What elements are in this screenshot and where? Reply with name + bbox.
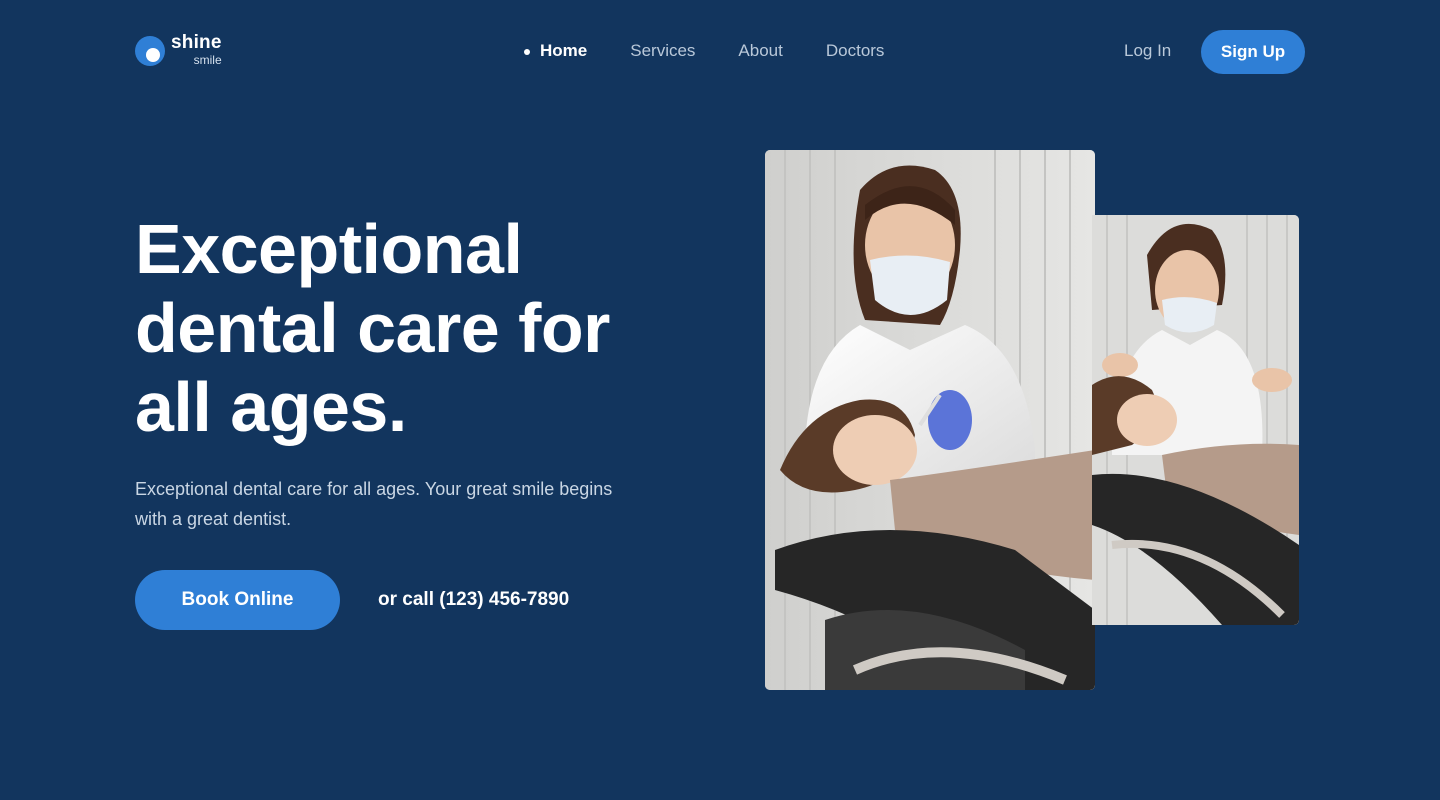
landing-page: shine smile Home Services About Doctors … <box>0 0 1440 800</box>
photo-illustration <box>1092 215 1299 625</box>
brand-sub: smile <box>193 53 222 67</box>
main-nav: Home Services About Doctors <box>524 40 927 62</box>
active-dot-icon <box>524 49 530 55</box>
signup-button[interactable]: Sign Up <box>1201 30 1305 74</box>
nav-item-services[interactable]: Services <box>630 41 695 61</box>
book-online-button[interactable]: Book Online <box>135 570 340 630</box>
hero-title-line: Exceptional <box>135 210 523 288</box>
nav-item-label: About <box>738 41 783 60</box>
logo-icon <box>135 36 165 66</box>
nav-item-about[interactable]: About <box>738 41 782 61</box>
nav-item-label: Services <box>630 41 696 60</box>
photo-illustration <box>765 150 1095 690</box>
hero-title: Exceptional dental care for all ages. <box>135 210 695 447</box>
logo-text: shine smile <box>171 33 222 66</box>
hero-title-line: all ages. <box>135 368 407 446</box>
nav-item-label: Home <box>540 41 588 60</box>
brand-logo[interactable]: shine smile <box>135 33 222 66</box>
nav-item-home[interactable]: Home <box>524 41 587 61</box>
hero-subtitle: Exceptional dental care for all ages. Yo… <box>135 479 613 529</box>
login-link[interactable]: Log In <box>1124 41 1171 61</box>
dentist-consultation-photo <box>1092 215 1299 625</box>
phone-link[interactable]: or call (123) 456-7890 <box>378 589 569 611</box>
brand-name: shine <box>171 32 222 53</box>
nav-item-doctors[interactable]: Doctors <box>826 41 885 61</box>
dentist-treatment-photo <box>765 150 1095 690</box>
hero-title-line: dental care for <box>135 289 610 367</box>
nav-item-label: Doctors <box>825 41 885 60</box>
